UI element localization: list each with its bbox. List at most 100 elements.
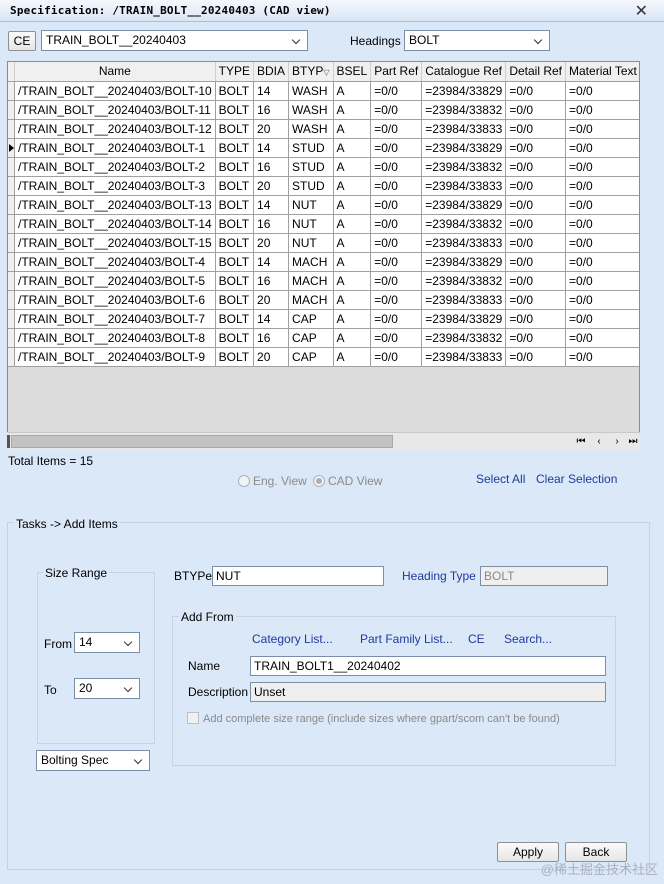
last-page-icon[interactable]: ⏭ — [626, 435, 640, 449]
cell-material-text[interactable]: =0/0 — [565, 176, 639, 196]
table-row[interactable]: /TRAIN_BOLT__20240403/BOLT-12 BOLT 20 WASH A… — [8, 119, 639, 139]
cell-material-text[interactable]: =0/0 — [565, 252, 639, 272]
cell-type[interactable]: BOLT — [215, 328, 255, 348]
cell-material-text[interactable]: =0/0 — [565, 328, 639, 348]
cell-detail-ref[interactable]: =0/0 — [505, 309, 567, 329]
cell-btyp[interactable]: NUT — [288, 195, 334, 215]
cell-catalogue-ref[interactable]: =23984/33832 — [421, 157, 507, 177]
eng-view-radio[interactable]: Eng. View — [238, 474, 307, 488]
btype-input[interactable]: NUT — [212, 566, 384, 586]
cell-catalogue-ref[interactable]: =23984/33829 — [421, 138, 507, 158]
cell-catalogue-ref[interactable]: =23984/33833 — [421, 347, 507, 367]
cell-type[interactable]: BOLT — [215, 157, 255, 177]
table-row[interactable]: /TRAIN_BOLT__20240403/BOLT-5 BOLT 16 MACH A =… — [8, 271, 639, 291]
bolting-spec-select[interactable]: Bolting Spec — [36, 750, 150, 771]
cell-bdia[interactable]: 20 — [253, 119, 290, 139]
next-page-icon[interactable]: › — [610, 435, 624, 449]
first-page-icon[interactable]: ⏮ — [574, 435, 588, 449]
cell-bsel[interactable]: A — [333, 138, 372, 158]
table-row[interactable]: /TRAIN_BOLT__20240403/BOLT-11 BOLT 16 WASH A… — [8, 100, 639, 120]
cell-bdia[interactable]: 14 — [253, 81, 290, 101]
cell-part-ref[interactable]: =0/0 — [370, 138, 423, 158]
cell-detail-ref[interactable]: =0/0 — [505, 290, 567, 310]
cell-name[interactable]: /TRAIN_BOLT__20240403/BOLT-11 — [14, 100, 216, 120]
cell-bdia[interactable]: 16 — [253, 271, 290, 291]
cell-material-text[interactable]: =0/0 — [565, 309, 639, 329]
cell-btyp[interactable]: CAP — [288, 347, 334, 367]
cell-name[interactable]: /TRAIN_BOLT__20240403/BOLT-6 — [14, 290, 216, 310]
cell-detail-ref[interactable]: =0/0 — [505, 328, 567, 348]
cell-type[interactable]: BOLT — [215, 195, 255, 215]
cell-detail-ref[interactable]: =0/0 — [505, 176, 567, 196]
cell-name[interactable]: /TRAIN_BOLT__20240403/BOLT-13 — [14, 195, 216, 215]
cell-btyp[interactable]: MACH — [288, 290, 334, 310]
cell-bsel[interactable]: A — [333, 195, 372, 215]
cell-bsel[interactable]: A — [333, 290, 372, 310]
cell-type[interactable]: BOLT — [215, 347, 255, 367]
cell-material-text[interactable]: =0/0 — [565, 138, 639, 158]
cell-detail-ref[interactable]: =0/0 — [505, 195, 567, 215]
cell-btyp[interactable]: STUD — [288, 157, 334, 177]
headings-select[interactable]: BOLT — [404, 30, 550, 51]
scrollbar-thumb[interactable] — [11, 435, 393, 448]
part-family-list-link[interactable]: Part Family List... — [360, 632, 453, 646]
cell-detail-ref[interactable]: =0/0 — [505, 271, 567, 291]
cell-detail-ref[interactable]: =0/0 — [505, 119, 567, 139]
cell-part-ref[interactable]: =0/0 — [370, 271, 423, 291]
cell-bdia[interactable]: 14 — [253, 195, 290, 215]
cell-type[interactable]: BOLT — [215, 138, 255, 158]
cell-bsel[interactable]: A — [333, 252, 372, 272]
col-header-type[interactable]: TYPE — [215, 62, 255, 82]
cell-part-ref[interactable]: =0/0 — [370, 195, 423, 215]
cell-btyp[interactable]: CAP — [288, 328, 334, 348]
cell-bsel[interactable]: A — [333, 271, 372, 291]
cell-part-ref[interactable]: =0/0 — [370, 347, 423, 367]
spec-select[interactable]: TRAIN_BOLT__20240403 — [41, 30, 308, 51]
cell-catalogue-ref[interactable]: =23984/33832 — [421, 100, 507, 120]
cell-catalogue-ref[interactable]: =23984/33833 — [421, 233, 507, 253]
cell-material-text[interactable]: =0/0 — [565, 214, 639, 234]
cell-catalogue-ref[interactable]: =23984/33832 — [421, 271, 507, 291]
cell-bsel[interactable]: A — [333, 157, 372, 177]
table-row[interactable]: /TRAIN_BOLT__20240403/BOLT-8 BOLT 16 CAP A =0… — [8, 328, 639, 348]
cell-btyp[interactable]: NUT — [288, 214, 334, 234]
cell-bsel[interactable]: A — [333, 81, 372, 101]
col-header-bdia[interactable]: BDIA — [253, 62, 290, 82]
table-row[interactable]: /TRAIN_BOLT__20240403/BOLT-9 BOLT 20 CAP A =0… — [8, 347, 639, 367]
category-list-link[interactable]: Category List... — [252, 632, 333, 646]
cell-catalogue-ref[interactable]: =23984/33829 — [421, 252, 507, 272]
cell-catalogue-ref[interactable]: =23984/33829 — [421, 81, 507, 101]
from-select[interactable]: 14 — [74, 632, 140, 653]
search-link[interactable]: Search... — [504, 632, 552, 646]
table-row[interactable]: /TRAIN_BOLT__20240403/BOLT-6 BOLT 20 MACH A =… — [8, 290, 639, 310]
complete-range-checkbox[interactable]: Add complete size range (include sizes w… — [187, 712, 560, 725]
cell-material-text[interactable]: =0/0 — [565, 157, 639, 177]
cell-type[interactable]: BOLT — [215, 271, 255, 291]
cell-name[interactable]: /TRAIN_BOLT__20240403/BOLT-10 — [14, 81, 216, 101]
cell-catalogue-ref[interactable]: =23984/33833 — [421, 290, 507, 310]
cell-btyp[interactable]: CAP — [288, 309, 334, 329]
cell-btyp[interactable]: WASH — [288, 81, 334, 101]
cell-detail-ref[interactable]: =0/0 — [505, 157, 567, 177]
cell-btyp[interactable]: NUT — [288, 233, 334, 253]
cell-bdia[interactable]: 14 — [253, 252, 290, 272]
cell-name[interactable]: /TRAIN_BOLT__20240403/BOLT-7 — [14, 309, 216, 329]
table-row[interactable]: /TRAIN_BOLT__20240403/BOLT-3 BOLT 20 STUD A =… — [8, 176, 639, 196]
cell-name[interactable]: /TRAIN_BOLT__20240403/BOLT-8 — [14, 328, 216, 348]
table-row[interactable]: /TRAIN_BOLT__20240403/BOLT-14 BOLT 16 NUT A =… — [8, 214, 639, 234]
cell-name[interactable]: /TRAIN_BOLT__20240403/BOLT-12 — [14, 119, 216, 139]
col-header-detail-ref[interactable]: Detail Ref — [505, 62, 567, 82]
cell-bdia[interactable]: 20 — [253, 233, 290, 253]
cell-type[interactable]: BOLT — [215, 176, 255, 196]
table-row[interactable]: /TRAIN_BOLT__20240403/BOLT-2 BOLT 16 STUD A =… — [8, 157, 639, 177]
table-row[interactable]: /TRAIN_BOLT__20240403/BOLT-7 BOLT 14 CAP A =0… — [8, 309, 639, 329]
cell-part-ref[interactable]: =0/0 — [370, 328, 423, 348]
cell-btyp[interactable]: MACH — [288, 252, 334, 272]
cell-part-ref[interactable]: =0/0 — [370, 233, 423, 253]
cell-name[interactable]: /TRAIN_BOLT__20240403/BOLT-1 — [14, 138, 216, 158]
cell-bdia[interactable]: 16 — [253, 328, 290, 348]
col-header-material-text[interactable]: Material Text Re — [565, 62, 639, 82]
cell-type[interactable]: BOLT — [215, 119, 255, 139]
cell-bdia[interactable]: 20 — [253, 290, 290, 310]
cell-part-ref[interactable]: =0/0 — [370, 81, 423, 101]
